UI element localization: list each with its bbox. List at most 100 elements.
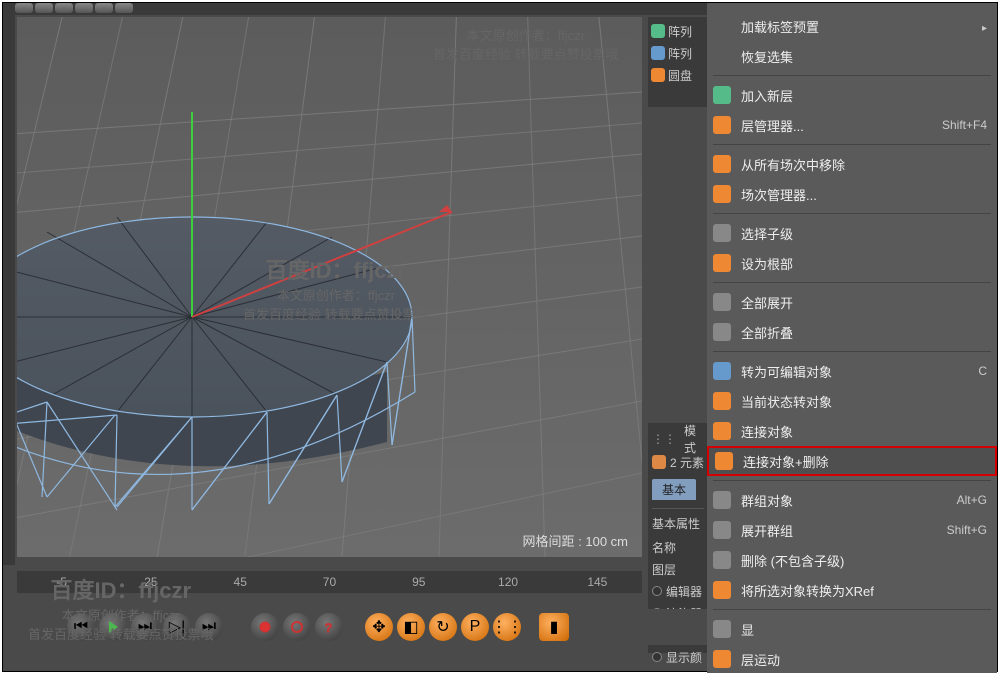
film-button[interactable]: ▮ xyxy=(539,613,569,641)
next-frame-button[interactable]: ▷| xyxy=(163,613,191,641)
menu-item-icon xyxy=(713,86,731,104)
menu-item-icon xyxy=(713,293,731,311)
show-color-label[interactable]: 显示颜 xyxy=(666,649,702,666)
grid-spacing-label: 网格间距 : 100 cm xyxy=(519,530,632,551)
svg-text:?: ? xyxy=(325,621,332,634)
basic-properties-label: 基本属性 xyxy=(652,515,704,532)
menu-item-icon xyxy=(713,254,731,272)
menu-item-icon xyxy=(713,362,731,380)
menu-item[interactable]: 转为可编辑对象 C xyxy=(707,356,997,386)
menu-separator xyxy=(713,282,991,283)
menu-item[interactable]: 恢复选集 xyxy=(707,41,997,71)
tab-basic[interactable]: 基本 xyxy=(652,479,696,500)
autokey-button[interactable] xyxy=(283,613,311,641)
element-count-label: 2 元素 xyxy=(670,454,704,471)
menu-item-icon xyxy=(713,491,731,509)
toolbar-button[interactable] xyxy=(15,3,33,13)
scale-tool-button[interactable]: ◧ xyxy=(397,613,425,641)
next-key-button[interactable]: ⏭ xyxy=(131,613,159,641)
menu-item-shortcut: C xyxy=(978,364,987,378)
menu-item-label: 将所选对象转换为XRef xyxy=(741,581,987,600)
menu-item-label: 场次管理器... xyxy=(741,185,987,204)
menu-item-label: 转为可编辑对象 xyxy=(741,362,968,381)
mode-label[interactable]: 模式 xyxy=(684,422,704,456)
viewport-render xyxy=(17,17,642,557)
menu-item-icon xyxy=(713,551,731,569)
param-button[interactable]: P xyxy=(461,613,489,641)
toolbar-button[interactable] xyxy=(115,3,133,13)
menu-item-icon xyxy=(713,521,731,539)
menu-item-icon xyxy=(713,185,731,203)
3d-viewport[interactable]: 网格间距 : 100 cm xyxy=(17,17,642,557)
menu-separator xyxy=(713,144,991,145)
menu-separator xyxy=(713,480,991,481)
prev-key-button[interactable]: ⏮ xyxy=(67,613,95,641)
play-button[interactable] xyxy=(99,613,127,641)
menu-item-icon xyxy=(715,452,733,470)
object-manager[interactable]: 阵列 阵列 圆盘 xyxy=(648,17,708,107)
timeline-tick: 45 xyxy=(196,575,285,589)
timeline-ruler[interactable]: -5 25 45 70 95 120 145 xyxy=(17,571,642,593)
menu-item[interactable]: 加入新层 xyxy=(707,80,997,110)
object-row[interactable]: 圆盘 xyxy=(651,64,705,86)
toolbar-button[interactable] xyxy=(75,3,93,13)
timeline-tick: 120 xyxy=(463,575,552,589)
menu-item[interactable]: 场次管理器... xyxy=(707,179,997,209)
menu-item[interactable]: 连接对象+删除 xyxy=(707,446,997,476)
menu-item[interactable]: 展开群组Shift+G xyxy=(707,515,997,545)
left-tool-strip[interactable] xyxy=(3,15,15,565)
menu-item-shortcut: Alt+G xyxy=(957,493,987,507)
menu-item-label: 全部展开 xyxy=(741,293,987,312)
toolbar-button[interactable] xyxy=(55,3,73,13)
menu-item-icon xyxy=(713,620,731,638)
menu-item[interactable]: 删除 (不包含子级) xyxy=(707,545,997,575)
toolbar-button[interactable] xyxy=(35,3,53,13)
goto-end-button[interactable]: ⏭ xyxy=(195,613,223,641)
record-button[interactable] xyxy=(251,613,279,641)
menu-item[interactable]: 全部折叠 xyxy=(707,317,997,347)
keyframe-help-button[interactable]: ? xyxy=(315,613,343,641)
menu-item-label: 恢复选集 xyxy=(741,47,987,66)
object-row[interactable]: 阵列 xyxy=(651,42,705,64)
menu-item[interactable]: 加载标签预置 xyxy=(707,11,997,41)
menu-item-icon xyxy=(713,323,731,341)
menu-item-label: 显 xyxy=(741,620,987,639)
menu-item-label: 加载标签预置 xyxy=(741,17,972,36)
toolbar-button[interactable] xyxy=(95,3,113,13)
menu-item[interactable]: 当前状态转对象 xyxy=(707,386,997,416)
menu-item[interactable]: 全部展开 xyxy=(707,287,997,317)
submenu-arrow-icon xyxy=(982,19,987,34)
menu-item-icon xyxy=(713,224,731,242)
menu-item-label: 全部折叠 xyxy=(741,323,987,342)
menu-item-icon xyxy=(713,47,731,65)
menu-item-label: 连接对象+删除 xyxy=(743,452,985,471)
pla-button[interactable]: ⋮⋮ xyxy=(493,613,521,641)
menu-item[interactable]: 层运动 xyxy=(707,644,997,674)
menu-separator xyxy=(713,609,991,610)
timeline-tick: 70 xyxy=(285,575,374,589)
object-row[interactable]: 阵列 xyxy=(651,20,705,42)
menu-item[interactable]: 层管理器...Shift+F4 xyxy=(707,110,997,140)
menu-item[interactable]: 从所有场次中移除 xyxy=(707,149,997,179)
menu-item[interactable]: 将所选对象转换为XRef xyxy=(707,575,997,605)
menu-item-icon xyxy=(713,17,731,35)
menu-item[interactable]: 设为根部 xyxy=(707,248,997,278)
menu-item-label: 选择子级 xyxy=(741,224,987,243)
menu-item[interactable]: 显 xyxy=(707,614,997,644)
menu-separator xyxy=(713,213,991,214)
rotate-tool-button[interactable]: ↻ xyxy=(429,613,457,641)
menu-item[interactable]: 群组对象Alt+G xyxy=(707,485,997,515)
object-label: 圆盘 xyxy=(668,67,692,84)
menu-item-label: 展开群组 xyxy=(741,521,937,540)
menu-separator xyxy=(713,75,991,76)
editor-vis-label[interactable]: 编辑器 xyxy=(666,583,702,600)
timeline-tick: 145 xyxy=(553,575,642,589)
menu-item[interactable]: 连接对象 xyxy=(707,416,997,446)
move-tool-button[interactable]: ✥ xyxy=(365,613,393,641)
app-window: 网格间距 : 100 cm 阵列 阵列 圆盘 ⋮⋮ 模式 2 元素 基本 基本属性… xyxy=(2,2,998,672)
layer-label: 图层 xyxy=(652,561,676,578)
menu-item[interactable]: 选择子级 xyxy=(707,218,997,248)
context-menu: 加载标签预置恢复选集加入新层层管理器...Shift+F4 从所有场次中移除场次管… xyxy=(707,3,997,673)
timeline-tick: 95 xyxy=(374,575,463,589)
menu-item-icon xyxy=(713,581,731,599)
